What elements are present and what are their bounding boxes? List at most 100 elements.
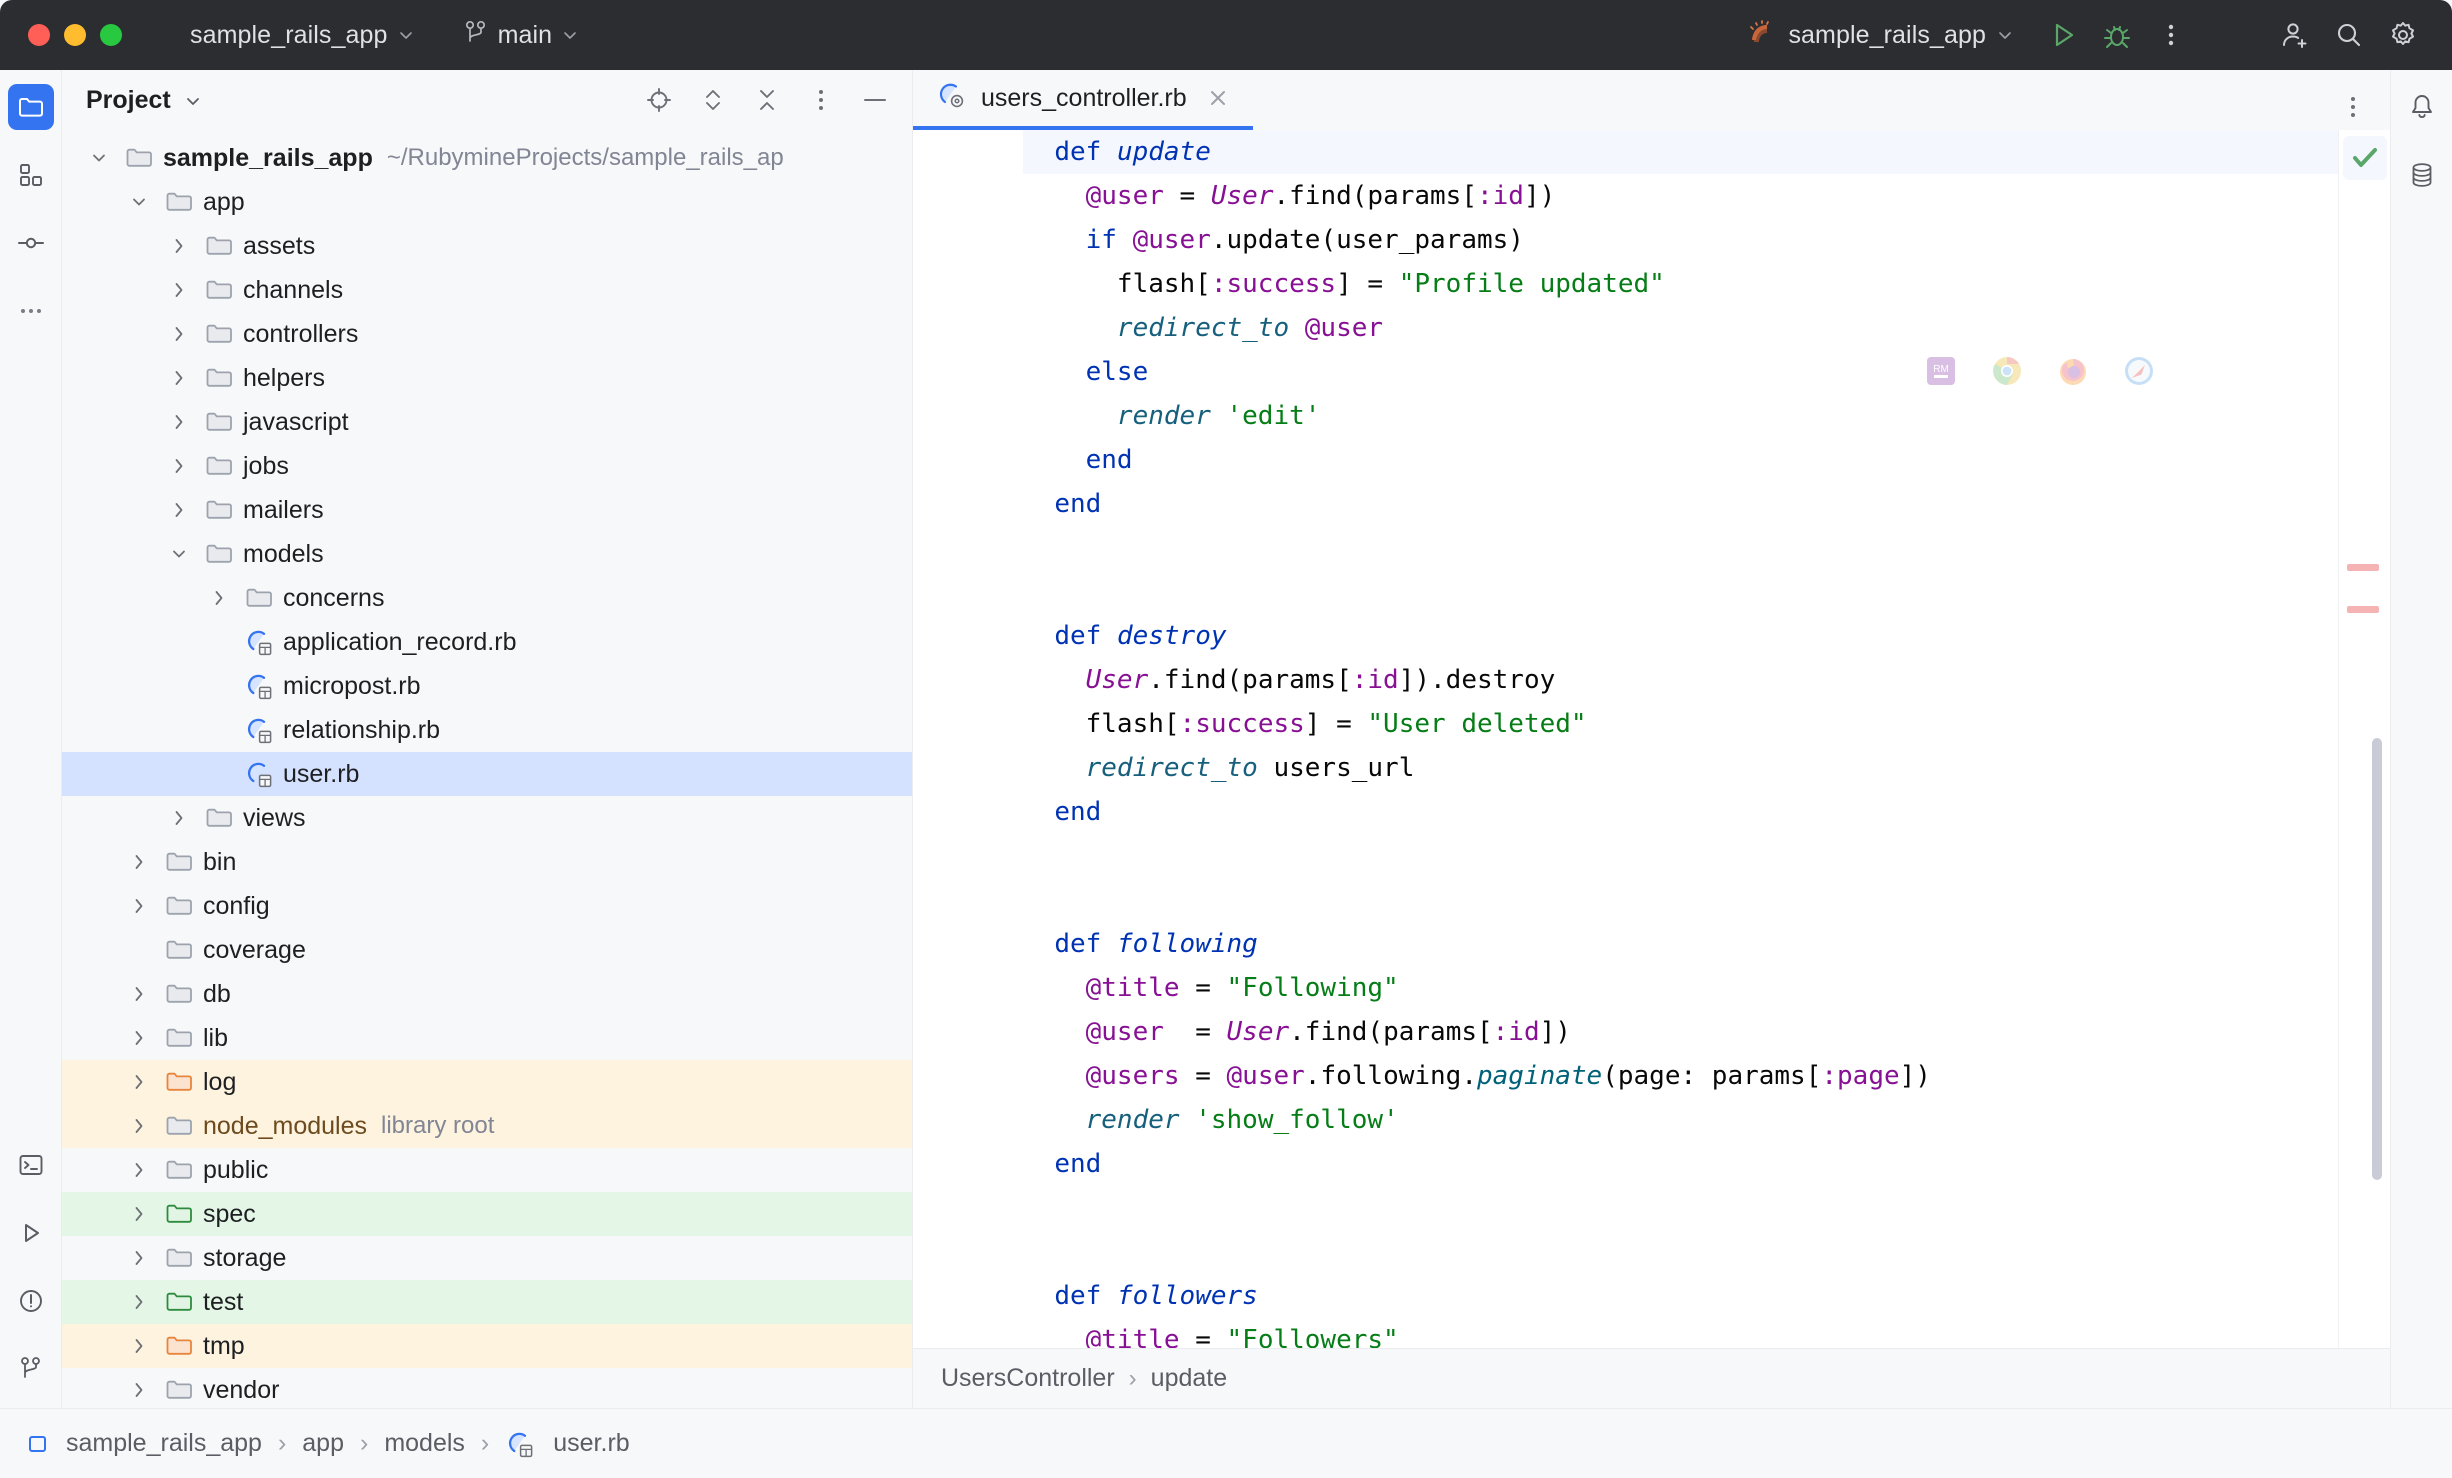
error-stripe-marker[interactable] bbox=[2347, 606, 2379, 613]
breadcrumb-item[interactable]: update bbox=[1151, 1364, 1227, 1393]
gear-icon[interactable] bbox=[2376, 8, 2430, 62]
status-breadcrumb-item[interactable]: sample_rails_app bbox=[66, 1429, 262, 1458]
editor-scrollbar-thumb[interactable] bbox=[2372, 738, 2382, 1180]
chevron-right-icon[interactable] bbox=[126, 1289, 152, 1315]
maximize-window-button[interactable] bbox=[100, 24, 122, 46]
status-bar-breadcrumbs[interactable]: sample_rails_app›app›models›user.rb bbox=[0, 1408, 2452, 1478]
tree-row-views[interactable]: views bbox=[62, 796, 912, 840]
chevron-right-icon[interactable] bbox=[166, 233, 192, 259]
chevron-right-icon[interactable] bbox=[166, 497, 192, 523]
tree-row-tmp[interactable]: tmp bbox=[62, 1324, 912, 1368]
chevron-right-icon[interactable] bbox=[166, 409, 192, 435]
editor-breadcrumbs[interactable]: UsersController›update bbox=[913, 1348, 2390, 1408]
chevron-right-icon[interactable] bbox=[166, 805, 192, 831]
tree-row-user-rb[interactable]: user.rb bbox=[62, 752, 912, 796]
tree-row-coverage[interactable]: coverage bbox=[62, 928, 912, 972]
firefox-icon[interactable] bbox=[2054, 352, 2092, 390]
status-breadcrumb-item[interactable]: app bbox=[302, 1429, 344, 1458]
tree-row-sample-rails-app[interactable]: sample_rails_app~/RubymineProjects/sampl… bbox=[62, 136, 912, 180]
inspection-ok-icon[interactable] bbox=[2343, 136, 2387, 180]
chevron-right-icon[interactable] bbox=[126, 1157, 152, 1183]
branch-selector[interactable]: main bbox=[463, 19, 580, 52]
tree-row-channels[interactable]: channels bbox=[62, 268, 912, 312]
tree-row-config[interactable]: config bbox=[62, 884, 912, 928]
status-breadcrumb-item[interactable]: user.rb bbox=[553, 1429, 629, 1458]
tree-row-application-record-rb[interactable]: application_record.rb bbox=[62, 620, 912, 664]
chevron-right-icon[interactable] bbox=[126, 1245, 152, 1271]
chevron-down-icon[interactable] bbox=[126, 189, 152, 215]
tree-row-models[interactable]: models bbox=[62, 532, 912, 576]
tree-row-relationship-rb[interactable]: relationship.rb bbox=[62, 708, 912, 752]
search-icon[interactable] bbox=[2322, 8, 2376, 62]
chevron-down-icon[interactable] bbox=[183, 91, 201, 109]
tree-row-bin[interactable]: bin bbox=[62, 840, 912, 884]
terminal-icon[interactable] bbox=[8, 1142, 54, 1188]
chevron-right-icon[interactable] bbox=[166, 277, 192, 303]
chevron-down-icon[interactable] bbox=[86, 145, 112, 171]
collapse-all-icon[interactable] bbox=[744, 77, 790, 123]
database-icon[interactable] bbox=[2399, 152, 2445, 198]
editor-options-icon[interactable] bbox=[2330, 84, 2376, 130]
tree-row-spec[interactable]: spec bbox=[62, 1192, 912, 1236]
notifications-bell-icon[interactable] bbox=[2399, 84, 2445, 130]
status-breadcrumb-list[interactable]: sample_rails_app›app›models›user.rb bbox=[66, 1429, 630, 1459]
code-content[interactable]: def update @user = User.find(params[:id]… bbox=[1023, 130, 2338, 1348]
run-button[interactable] bbox=[2036, 8, 2090, 62]
close-icon[interactable] bbox=[1205, 85, 1231, 111]
tree-row-mailers[interactable]: mailers bbox=[62, 488, 912, 532]
chevron-right-icon[interactable] bbox=[126, 1069, 152, 1095]
chevron-down-icon[interactable] bbox=[166, 541, 192, 567]
chevron-right-icon[interactable] bbox=[126, 1113, 152, 1139]
chevron-right-icon[interactable] bbox=[206, 585, 232, 611]
run-configuration-selector[interactable]: sample_rails_app bbox=[1744, 18, 2014, 53]
more-actions-button[interactable] bbox=[2144, 8, 2198, 62]
chevron-right-icon[interactable] bbox=[126, 849, 152, 875]
expand-collapse-icon[interactable] bbox=[690, 77, 736, 123]
tree-row-db[interactable]: db bbox=[62, 972, 912, 1016]
editor-gutter[interactable] bbox=[913, 130, 1023, 1348]
breadcrumb-item[interactable]: UsersController bbox=[941, 1364, 1115, 1393]
chevron-right-icon[interactable] bbox=[166, 453, 192, 479]
tree-row-log[interactable]: log bbox=[62, 1060, 912, 1104]
tree-row-public[interactable]: public bbox=[62, 1148, 912, 1192]
tree-row-controllers[interactable]: controllers bbox=[62, 312, 912, 356]
chevron-right-icon[interactable] bbox=[126, 1201, 152, 1227]
status-breadcrumb-item[interactable]: models bbox=[384, 1429, 465, 1458]
tree-row-test[interactable]: test bbox=[62, 1280, 912, 1324]
tree-row-micropost-rb[interactable]: micropost.rb bbox=[62, 664, 912, 708]
safari-icon[interactable] bbox=[2120, 352, 2158, 390]
more-tool-windows-icon[interactable] bbox=[8, 288, 54, 334]
project-selector[interactable]: sample_rails_app bbox=[190, 21, 415, 50]
run-tool-icon[interactable] bbox=[8, 1210, 54, 1256]
sidebar-item-structure[interactable] bbox=[8, 152, 54, 198]
problems-icon[interactable] bbox=[8, 1278, 54, 1324]
tree-row-app[interactable]: app bbox=[62, 180, 912, 224]
add-account-icon[interactable] bbox=[2268, 8, 2322, 62]
debug-button[interactable] bbox=[2090, 8, 2144, 62]
tree-row-node-modules[interactable]: node_moduleslibrary root bbox=[62, 1104, 912, 1148]
tree-row-concerns[interactable]: concerns bbox=[62, 576, 912, 620]
tree-row-assets[interactable]: assets bbox=[62, 224, 912, 268]
chevron-right-icon[interactable] bbox=[126, 1377, 152, 1403]
inspection-and-scrollbar[interactable] bbox=[2338, 130, 2390, 1348]
sidebar-item-commit[interactable] bbox=[8, 220, 54, 266]
rubymine-icon[interactable]: RM bbox=[1922, 352, 1960, 390]
tree-row-helpers[interactable]: helpers bbox=[62, 356, 912, 400]
tree-row-vendor[interactable]: vendor bbox=[62, 1368, 912, 1408]
source-code[interactable]: def update @user = User.find(params[:id]… bbox=[1023, 130, 1931, 1348]
chevron-right-icon[interactable] bbox=[126, 981, 152, 1007]
chevron-right-icon[interactable] bbox=[126, 1333, 152, 1359]
chevron-right-icon[interactable] bbox=[166, 365, 192, 391]
project-tree[interactable]: sample_rails_app~/RubymineProjects/sampl… bbox=[62, 130, 912, 1408]
version-control-icon[interactable] bbox=[8, 1346, 54, 1392]
tree-row-lib[interactable]: lib bbox=[62, 1016, 912, 1060]
minimize-window-button[interactable] bbox=[64, 24, 86, 46]
error-stripe-marker[interactable] bbox=[2347, 564, 2379, 571]
chevron-right-icon[interactable] bbox=[126, 1025, 152, 1051]
editor-tab-users-controller[interactable]: users_controller.rb bbox=[913, 70, 1253, 130]
close-window-button[interactable] bbox=[28, 24, 50, 46]
tree-row-javascript[interactable]: javascript bbox=[62, 400, 912, 444]
locate-file-icon[interactable] bbox=[636, 77, 682, 123]
chevron-right-icon[interactable] bbox=[166, 321, 192, 347]
tree-row-jobs[interactable]: jobs bbox=[62, 444, 912, 488]
